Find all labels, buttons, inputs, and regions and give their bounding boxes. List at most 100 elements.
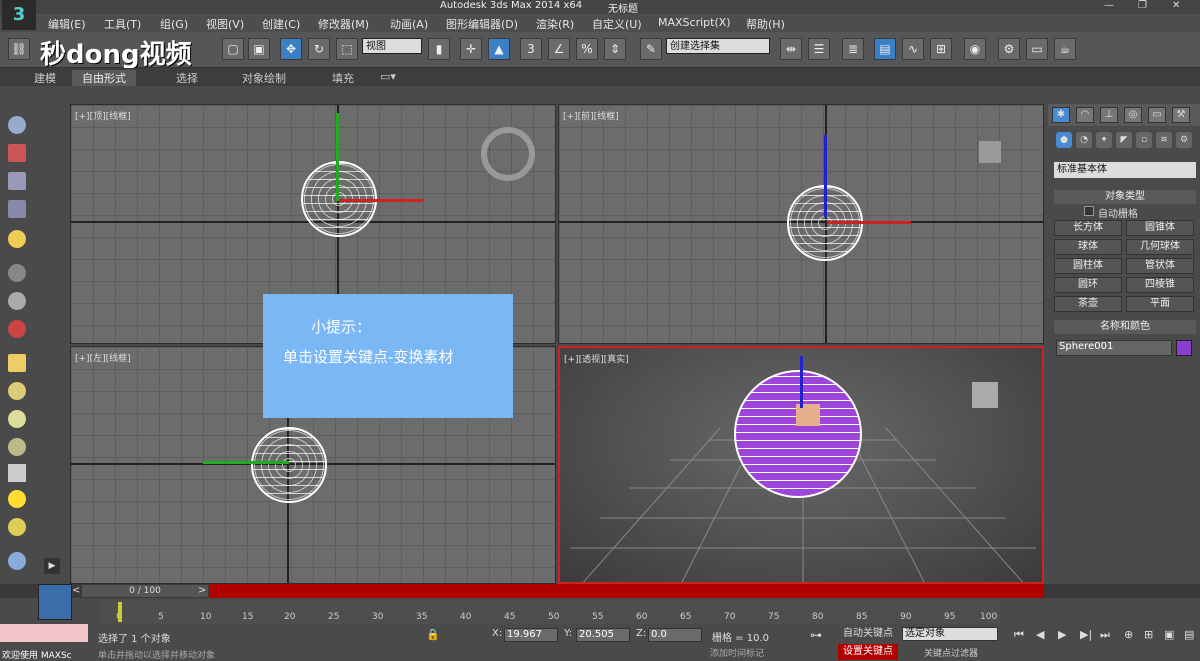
shapes-icon[interactable]: ◔ bbox=[1076, 132, 1092, 148]
particles-icon[interactable] bbox=[8, 552, 26, 570]
menu-customize[interactable]: 自定义(U) bbox=[592, 16, 642, 32]
teapot-button[interactable]: 茶壶 bbox=[1054, 296, 1122, 312]
tab-modeling[interactable]: 建模 bbox=[34, 70, 56, 86]
goto-end-icon[interactable]: ⏭ bbox=[1100, 628, 1110, 642]
menu-tools[interactable]: 工具(T) bbox=[104, 16, 141, 32]
zoom-icon[interactable]: ⊕ bbox=[1124, 628, 1133, 641]
viewport-label[interactable]: [+][顶][线框] bbox=[75, 109, 131, 122]
zoom-all-icon[interactable]: ⊞ bbox=[1144, 628, 1153, 641]
geometry-icon[interactable]: ● bbox=[1056, 132, 1072, 148]
menu-views[interactable]: 视图(V) bbox=[206, 16, 244, 32]
teapot-icon[interactable] bbox=[8, 116, 26, 134]
minimize-icon[interactable]: — bbox=[1104, 0, 1114, 11]
category-dropdown[interactable]: 标准基本体 bbox=[1054, 162, 1196, 178]
maximize-icon[interactable]: ❐ bbox=[1138, 0, 1147, 11]
viewport-label[interactable]: [+][前][线框] bbox=[563, 109, 619, 122]
keyboard-shortcut-icon[interactable]: ▲ bbox=[488, 38, 510, 60]
camera-icon[interactable] bbox=[8, 320, 26, 338]
named-selection-dropdown[interactable]: 创建选择集 bbox=[666, 38, 770, 54]
zoom-region-icon[interactable]: ▤ bbox=[1184, 628, 1194, 641]
light-icon[interactable] bbox=[8, 230, 26, 248]
menu-group[interactable]: 组(G) bbox=[160, 16, 188, 32]
viewport-perspective[interactable]: [+][透视][真实] bbox=[558, 346, 1044, 584]
geosphere-button[interactable]: 几何球体 bbox=[1126, 239, 1194, 255]
snap-3-icon[interactable]: 3 bbox=[520, 38, 542, 60]
menu-help[interactable]: 帮助(H) bbox=[746, 16, 785, 32]
systems-icon[interactable]: ⚙ bbox=[1176, 132, 1192, 148]
scale-icon[interactable]: ⬚ bbox=[336, 38, 358, 60]
hierarchy-tab-icon[interactable]: ⊥ bbox=[1100, 107, 1118, 123]
play-icon[interactable]: ▶ bbox=[44, 558, 60, 574]
align-icon[interactable]: ☰ bbox=[808, 38, 830, 60]
viewport-front[interactable]: [+][前][线框] bbox=[558, 104, 1044, 344]
viewcube-icon[interactable] bbox=[481, 127, 535, 181]
spacewarps-icon[interactable]: ≋ bbox=[1156, 132, 1172, 148]
maxscript-listener[interactable] bbox=[0, 624, 88, 642]
graphite-icon[interactable]: ▤ bbox=[874, 38, 896, 60]
object-name-input[interactable]: Sphere001 bbox=[1056, 340, 1172, 356]
key-icon[interactable]: ⊶ bbox=[810, 628, 822, 642]
box-icon[interactable] bbox=[8, 354, 26, 372]
spinner-snap-icon[interactable]: ⇕ bbox=[604, 38, 626, 60]
box-button[interactable]: 长方体 bbox=[1054, 220, 1122, 236]
torus-button[interactable]: 圆环 bbox=[1054, 277, 1122, 293]
viewport-label[interactable]: [+][透视][真实] bbox=[564, 352, 629, 365]
reference-coord-dropdown[interactable]: 视图 bbox=[362, 38, 422, 54]
app-logo-icon[interactable]: 3 bbox=[2, 0, 36, 30]
viewport-layout-icon[interactable] bbox=[38, 584, 72, 620]
render-frame-icon[interactable] bbox=[8, 144, 26, 162]
curve-editor-icon[interactable]: ∿ bbox=[902, 38, 924, 60]
cameras-icon[interactable]: ◤ bbox=[1116, 132, 1132, 148]
pyramid-button[interactable]: 四棱锥 bbox=[1126, 277, 1194, 293]
motion-tab-icon[interactable]: ◎ bbox=[1124, 107, 1142, 123]
x-coordinate[interactable]: 19.967 bbox=[504, 628, 558, 642]
sphere-shaded[interactable] bbox=[734, 370, 862, 498]
track-bar[interactable] bbox=[210, 584, 1044, 598]
menu-modifiers[interactable]: 修改器(M) bbox=[318, 16, 369, 32]
pivot-icon[interactable]: ▮ bbox=[428, 38, 450, 60]
display-tab-icon[interactable]: ▭ bbox=[1148, 107, 1166, 123]
prev-frame-icon[interactable]: < bbox=[72, 585, 80, 596]
rotate-icon[interactable]: ↻ bbox=[308, 38, 330, 60]
modify-tab-icon[interactable]: ◠ bbox=[1076, 107, 1094, 123]
render-frame-icon[interactable]: ▭ bbox=[1026, 38, 1048, 60]
cone-icon[interactable] bbox=[8, 464, 26, 482]
plane-button[interactable]: 平面 bbox=[1126, 296, 1194, 312]
viewcube-icon[interactable] bbox=[979, 141, 1001, 163]
tube-button[interactable]: 管状体 bbox=[1126, 258, 1194, 274]
zoom-extents-icon[interactable]: ▣ bbox=[1164, 628, 1174, 641]
autogrid-checkbox[interactable] bbox=[1084, 206, 1094, 216]
next-key-icon[interactable]: ▶| bbox=[1080, 628, 1092, 641]
menu-create[interactable]: 创建(C) bbox=[262, 16, 300, 32]
menu-graph-editors[interactable]: 图形编辑器(D) bbox=[446, 16, 518, 32]
sphere-prim-icon[interactable] bbox=[8, 518, 26, 536]
key-filters-button[interactable]: 关键点过滤器 bbox=[924, 646, 978, 659]
list-icon[interactable] bbox=[8, 172, 26, 190]
angle-snap-icon[interactable]: ∠ bbox=[548, 38, 570, 60]
menu-animation[interactable]: 动画(A) bbox=[390, 16, 428, 32]
render-icon[interactable]: ☕ bbox=[1054, 38, 1076, 60]
schematic-icon[interactable]: ⊞ bbox=[930, 38, 952, 60]
lights-icon[interactable]: ✦ bbox=[1096, 132, 1112, 148]
menu-maxscript[interactable]: MAXScript(X) bbox=[658, 16, 731, 29]
dome-icon[interactable] bbox=[8, 382, 26, 400]
menu-rendering[interactable]: 渲染(R) bbox=[536, 16, 574, 32]
key-filter-dropdown[interactable]: 选定对象 bbox=[902, 627, 998, 641]
mirror-icon[interactable]: ⇹ bbox=[780, 38, 802, 60]
prev-key-icon[interactable]: ◀ bbox=[1036, 628, 1044, 641]
tab-selection[interactable]: 选择 bbox=[176, 70, 198, 86]
play-anim-icon[interactable]: ▶ bbox=[1058, 628, 1066, 641]
helpers-icon[interactable]: ▫ bbox=[1136, 132, 1152, 148]
viewcube-icon[interactable] bbox=[972, 382, 998, 408]
sphere-wireframe[interactable] bbox=[251, 427, 327, 503]
next-frame-icon[interactable]: > bbox=[198, 585, 206, 596]
cylinder-button[interactable]: 圆柱体 bbox=[1054, 258, 1122, 274]
menu-edit[interactable]: 编辑(E) bbox=[48, 16, 86, 32]
object-color-swatch[interactable] bbox=[1176, 340, 1192, 356]
sphere-button[interactable]: 球体 bbox=[1054, 239, 1122, 255]
cone-button[interactable]: 圆锥体 bbox=[1126, 220, 1194, 236]
percent-snap-icon[interactable]: % bbox=[576, 38, 598, 60]
teapot-prim-icon[interactable] bbox=[8, 438, 26, 456]
move-icon[interactable]: ✥ bbox=[280, 38, 302, 60]
scene-icon[interactable] bbox=[8, 264, 26, 282]
